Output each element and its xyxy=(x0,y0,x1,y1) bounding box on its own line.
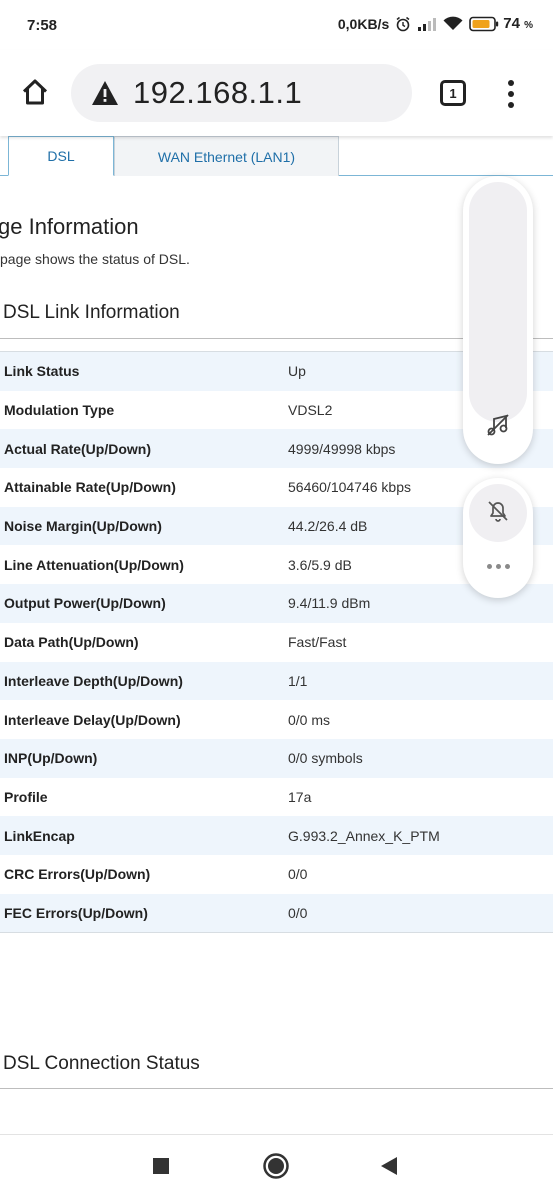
table-row: Interleave Depth(Up/Down) 1/1 xyxy=(0,661,553,701)
page-description: page shows the status of DSL. xyxy=(0,251,190,267)
table-row: Output Power(Up/Down) 9.4/11.9 dBm xyxy=(0,584,553,623)
battery-unit: % xyxy=(524,20,533,31)
recent-apps-button[interactable] xyxy=(146,1153,176,1183)
row-label: Attainable Rate(Up/Down) xyxy=(4,479,176,496)
row-label: Data Path(Up/Down) xyxy=(4,634,139,651)
link-section-title: DSL Link Information xyxy=(3,302,180,323)
row-value: 0/0 ms xyxy=(288,711,331,728)
volume-slider-track[interactable] xyxy=(469,182,527,422)
tab-strip: DSL WAN Ethernet (LAN1) xyxy=(0,136,553,176)
row-label: Line Attenuation(Up/Down) xyxy=(4,556,184,573)
bell-off-icon xyxy=(485,498,511,529)
music-off-icon xyxy=(485,412,511,443)
mute-button[interactable] xyxy=(469,484,527,542)
row-label: Actual Rate(Up/Down) xyxy=(4,440,151,457)
section-divider xyxy=(0,1088,553,1089)
dot xyxy=(495,563,501,569)
table-row: Data Path(Up/Down) Fast/Fast xyxy=(0,622,553,662)
status-bar: 7:58 0,0KB/s 74 % xyxy=(0,0,553,50)
dot xyxy=(504,563,510,569)
signal-icon xyxy=(417,17,437,31)
net-speed: 0,0KB/s xyxy=(337,15,390,32)
recent-apps-icon xyxy=(152,1157,170,1180)
table-row: Interleave Delay(Up/Down) 0/0 ms xyxy=(0,700,553,739)
overflow-menu-icon xyxy=(508,80,514,86)
menu-dot xyxy=(508,102,514,108)
row-value: 3.6/5.9 dB xyxy=(288,556,352,573)
floating-volume-panel[interactable] xyxy=(463,176,533,464)
page-title: ge Information xyxy=(0,214,139,239)
table-row: INP(Up/Down) 0/0 symbols xyxy=(0,738,553,778)
status-time: 7:58 xyxy=(27,17,58,34)
dot xyxy=(486,563,492,569)
back-button[interactable] xyxy=(374,1153,404,1183)
row-value: Fast/Fast xyxy=(288,634,347,651)
row-label: LinkEncap xyxy=(4,827,75,844)
tab-dsl[interactable]: DSL xyxy=(8,136,114,176)
battery-level: 74 xyxy=(503,15,520,32)
row-label: CRC Errors(Up/Down) xyxy=(4,866,151,883)
table-row: CRC Errors(Up/Down) 0/0 xyxy=(0,854,553,894)
address-bar[interactable]: 192.168.1.1 xyxy=(71,64,412,122)
home-button[interactable] xyxy=(17,76,53,112)
browser-toolbar: 192.168.1.1 1 xyxy=(0,50,553,136)
row-label: INP(Up/Down) xyxy=(4,750,98,767)
tabs-icon: 1 xyxy=(440,80,466,106)
home-nav-button[interactable] xyxy=(261,1152,291,1185)
battery: 74 % xyxy=(469,15,533,32)
row-label: Noise Margin(Up/Down) xyxy=(4,518,162,535)
row-label: Interleave Depth(Up/Down) xyxy=(4,672,183,689)
table-row: Profile 17a xyxy=(0,777,553,817)
status-icons: 0,0KB/s 74 % xyxy=(338,15,533,32)
row-label: Profile xyxy=(4,788,48,805)
row-label: Output Power(Up/Down) xyxy=(4,595,166,612)
home-icon xyxy=(20,77,50,112)
row-value: 9.4/11.9 dBm xyxy=(288,595,371,612)
battery-icon xyxy=(469,16,499,32)
row-label: Interleave Delay(Up/Down) xyxy=(4,711,181,728)
alarm-icon xyxy=(395,16,411,32)
music-toggle-button[interactable] xyxy=(483,412,513,442)
tabs-button[interactable]: 1 xyxy=(437,77,469,109)
floating-quick-panel xyxy=(463,478,533,598)
row-label: Link Status xyxy=(4,363,80,380)
url-text[interactable]: 192.168.1.1 xyxy=(133,75,302,111)
row-value: G.993.2_Annex_K_PTM xyxy=(288,827,440,844)
more-dots-icon[interactable] xyxy=(483,556,513,576)
battery-percent: 74 % xyxy=(503,15,533,32)
row-value: VDSL2 xyxy=(288,402,333,419)
row-value: 4999/49998 kbps xyxy=(288,440,396,457)
tab-wan-ethernet[interactable]: WAN Ethernet (LAN1) xyxy=(114,136,339,176)
wifi-icon xyxy=(443,16,463,31)
home-circle-icon xyxy=(262,1152,290,1185)
row-label: FEC Errors(Up/Down) xyxy=(4,904,148,921)
row-value: 44.2/26.4 dB xyxy=(288,518,368,535)
table-row: FEC Errors(Up/Down) 0/0 xyxy=(0,893,553,933)
navigation-bar xyxy=(0,1134,553,1200)
warning-icon[interactable] xyxy=(91,79,119,107)
row-value: 0/0 symbols xyxy=(288,750,363,767)
connection-section-title: DSL Connection Status xyxy=(3,1053,200,1074)
row-label: Modulation Type xyxy=(4,402,115,419)
menu-dot xyxy=(508,91,514,97)
overflow-menu-button[interactable] xyxy=(499,76,523,112)
table-row: LinkEncap G.993.2_Annex_K_PTM xyxy=(0,816,553,855)
row-value: 56460/104746 kbps xyxy=(288,479,411,496)
back-icon xyxy=(379,1156,399,1181)
